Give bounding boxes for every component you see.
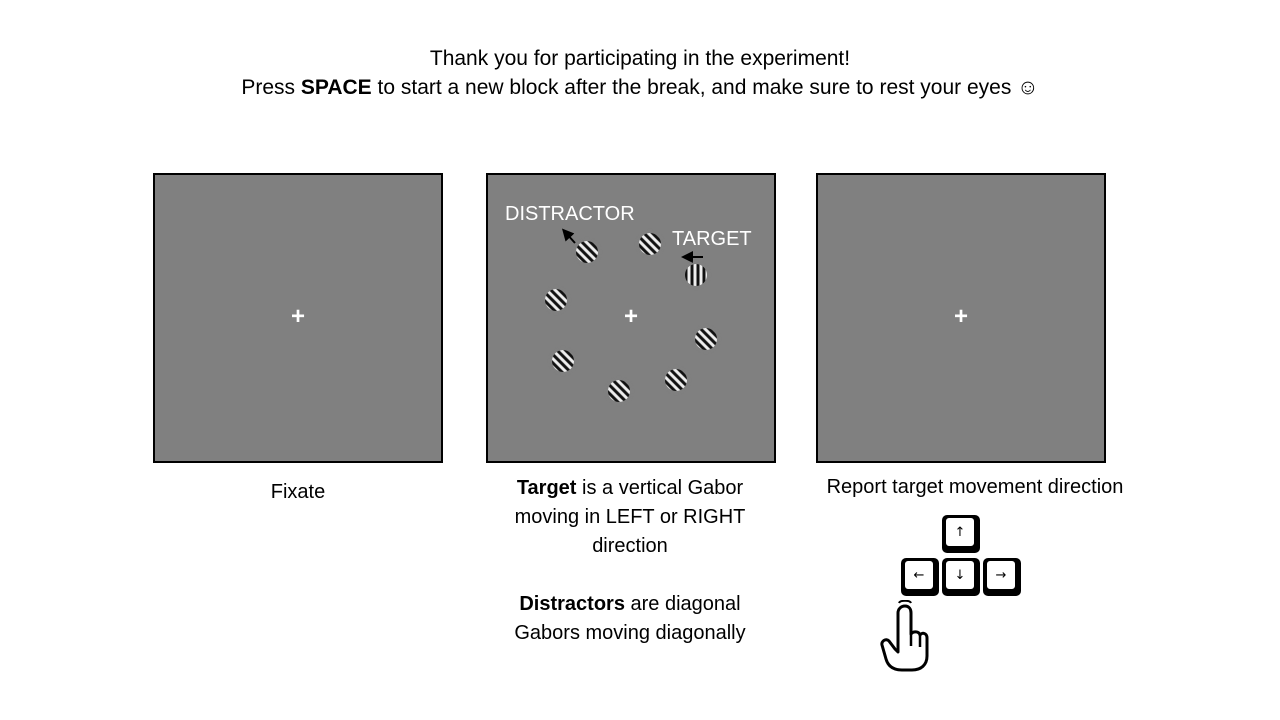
fixation-cross: + (623, 303, 639, 331)
up-arrow-icon: ↑ (945, 517, 975, 547)
pointing-hand-icon (880, 600, 929, 672)
header-line-2-pre: Press (241, 76, 301, 99)
distractor-gabor (552, 350, 574, 372)
header-line-1: Thank you for participating in the exper… (429, 47, 851, 70)
target-gabor (685, 264, 707, 286)
right-arrow-key[interactable]: → (983, 558, 1021, 596)
header-message: Thank you for participating in the exper… (0, 44, 1280, 102)
right-arrow-icon: → (986, 560, 1016, 590)
distractor-gabor (639, 233, 661, 255)
distractor-gabor (695, 328, 717, 350)
fixate-panel: + (153, 173, 443, 463)
distractor-gabor (608, 380, 630, 402)
up-arrow-key[interactable]: ↑ (942, 515, 980, 553)
down-arrow-key[interactable]: ↓ (942, 558, 980, 596)
space-key-label: SPACE (300, 76, 372, 99)
down-arrow-icon: ↓ (945, 560, 975, 590)
header-line-2: Press SPACE to start a new block after t… (0, 73, 1280, 102)
stimulus-caption: Target is a vertical Gabor moving in LEF… (470, 474, 790, 648)
target-description-line-3: direction (592, 535, 668, 557)
distractors-term: Distractors (519, 593, 625, 615)
left-arrow-icon: ← (904, 560, 934, 590)
distractor-description-line-2: Gabors moving diagonally (514, 622, 746, 644)
fixation-cross: + (953, 303, 969, 331)
report-caption: Report target movement direction (826, 476, 1124, 498)
distractor-gabor (576, 241, 598, 263)
report-panel: + (816, 173, 1106, 463)
target-term: Target (516, 477, 577, 499)
stimulus-panel: DISTRACTOR TARGET + (486, 173, 776, 463)
header-line-2-post: to start a new block after the break, an… (371, 76, 1039, 99)
distractor-description-text: are diagonal (624, 593, 741, 615)
distractor-gabor (545, 289, 567, 311)
distractor-description-line-1: Distractors are diagonal (470, 590, 790, 619)
fixate-caption: Fixate (270, 481, 326, 503)
experiment-instructions-screen: Thank you for participating in the exper… (0, 0, 1280, 720)
distractor-motion-arrow (561, 228, 576, 244)
target-description-line-1: Target is a vertical Gabor (470, 474, 790, 503)
target-description-line-2: moving in LEFT or RIGHT (514, 506, 746, 528)
target-description-text: is a vertical Gabor (576, 477, 744, 499)
distractor-gabor (665, 369, 687, 391)
fixation-cross: + (290, 303, 306, 331)
left-arrow-key[interactable]: ← (901, 558, 939, 596)
